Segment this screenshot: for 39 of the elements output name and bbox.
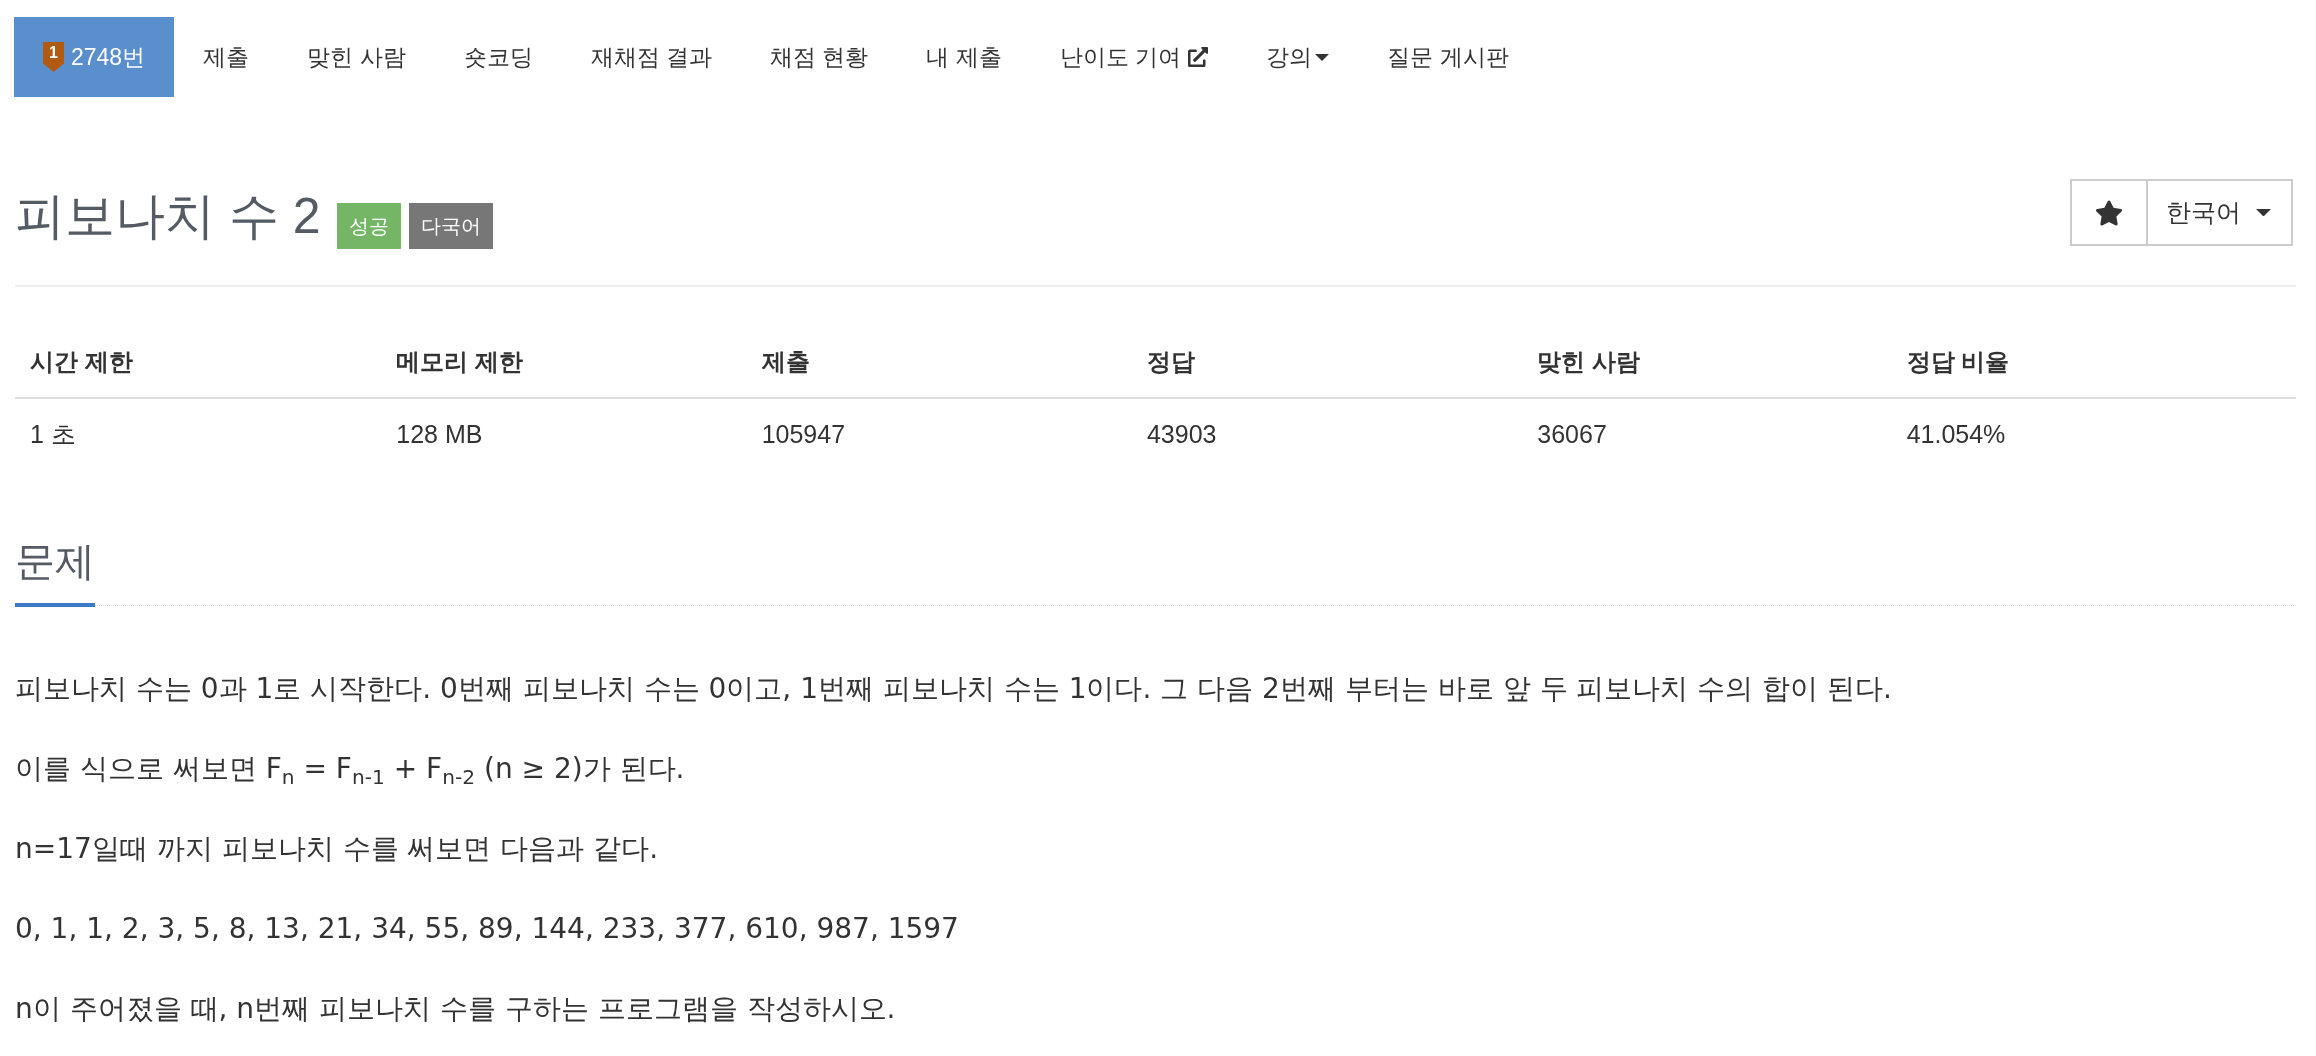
nav-tab[interactable]: 강의 [1237,17,1359,97]
problem-paragraph: 0, 1, 1, 2, 3, 5, 8, 13, 21, 34, 55, 89, 144, 233, 377, 610, 987, 1597 [15,911,960,947]
tab-label: 2748번 [71,42,146,72]
status-label: 성공 [336,203,401,249]
table-cell-text: 36067 [1536,419,1608,450]
nav-tab[interactable]: 채점 현황 [740,17,898,97]
caret-down-icon [2256,208,2271,217]
nav-tab[interactable]: 맞힌 사람 [278,17,435,97]
nav-tab[interactable]: 제출 [174,17,279,97]
column-header: 제출 [746,334,1132,399]
nav-tab[interactable]: 재채점 결과 [561,17,741,97]
star-icon [2095,198,2123,227]
star-button[interactable] [2070,179,2147,246]
language-select[interactable]: 한국어 [2147,179,2293,246]
problem-title: 피보나치 수 2 [15,187,321,246]
column-header: 맞힌 사람 [1522,334,1892,399]
table-cell-text: 1 초 [29,419,77,450]
column-header: 정답 비율 [1891,334,2296,399]
tier-badge: 1 [43,42,64,72]
nav-tab[interactable]: 질문 게시판 [1358,17,1538,97]
column-header: 메모리 제한 [381,334,747,399]
column-header: 정답 [1131,334,1523,399]
table-cell-text: 128 MB [395,419,484,450]
problem-paragraph: 피보나치 수는 0과 1로 시작한다. 0번째 피보나치 수는 0이고, 1번째 피보나치 수는 1이다. 그 다음 2번째 부터는 바로 앞 두 피보나치 수의 합이 된다. [15,671,1893,707]
external-link-icon [1188,47,1209,67]
table-cell-text: 43903 [1145,419,1218,450]
caret-down-icon [1315,53,1330,61]
table-cell-text: 105947 [760,419,847,450]
problem-paragraph: n이 주어졌을 때, n번째 피보나치 수를 구하는 프로그램을 작성하시오. [15,991,897,1027]
table-cell-text: 41.054% [1905,419,2007,450]
column-header: 시간 제한 [15,334,382,399]
nav-tab[interactable]: 내 제출 [897,17,1031,97]
nav-tab[interactable]: 1 2748번 [14,17,175,97]
problem-paragraph: 이를 식으로 써보면 F$_{n}$ = F$_{n-1}$ + F$_{n-2}$ (n ≥ 2)가 된다. [15,751,686,791]
status-label: 다국어 [408,203,493,249]
section-heading: 문제 [15,537,95,607]
problem-paragraph: n=17일때 까지 피보나치 수를 써보면 다음과 같다. [15,831,660,867]
nav-tab[interactable]: 숏코딩 [434,17,562,97]
nav-tab[interactable]: 난이도 기여 [1030,17,1238,97]
